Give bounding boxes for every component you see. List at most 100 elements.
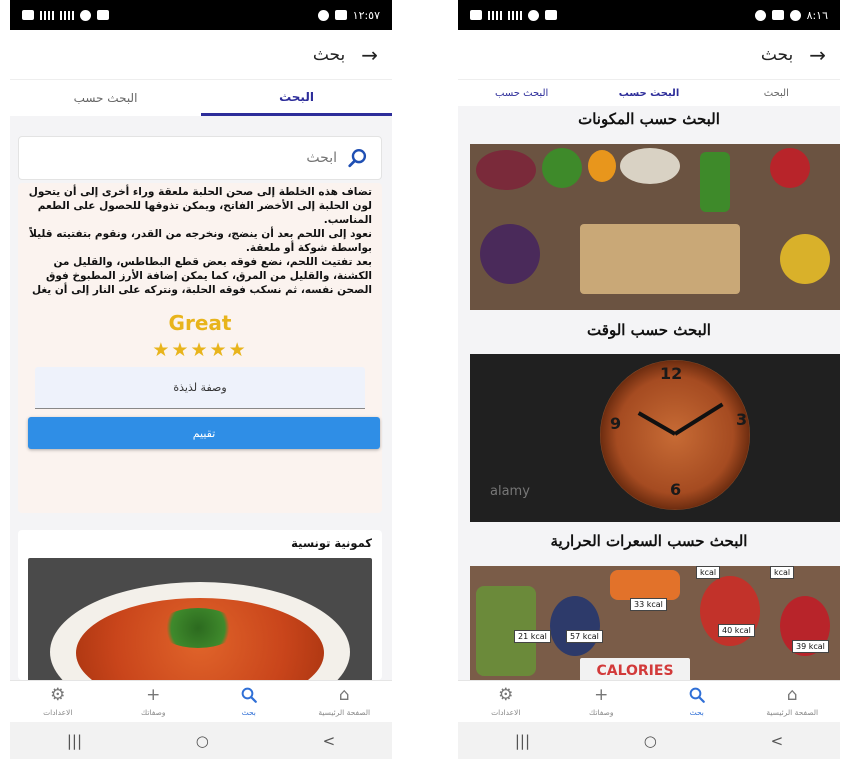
wifi-icon — [80, 9, 91, 21]
back-button[interactable]: < — [323, 732, 336, 750]
nav-label: بحث — [241, 708, 256, 717]
recents-button[interactable]: ||| — [515, 732, 530, 750]
blueberries-shape — [550, 596, 600, 656]
rating-label: Great — [168, 311, 232, 335]
status-bar: ١٢:٥٧ — [10, 0, 392, 30]
kcal-tag: 57 kcal — [566, 630, 603, 643]
section-title-time[interactable]: البحث حسب الوقت — [458, 321, 840, 339]
recents-button[interactable]: ||| — [67, 732, 82, 750]
nav-home[interactable]: ⌂ الصفحة الرئيسية — [745, 681, 841, 722]
nav-settings[interactable]: ⚙ الاعدادات — [458, 681, 554, 722]
dish-card[interactable]: كمونية تونسية — [18, 530, 382, 680]
nav-settings[interactable]: ⚙ الاعدادات — [10, 681, 106, 722]
lock-icon — [470, 10, 482, 20]
back-arrow-icon[interactable]: → — [361, 43, 378, 67]
rate-button[interactable]: تقييم — [28, 417, 380, 449]
signal-icon — [40, 10, 54, 20]
nav-search[interactable]: بحث — [201, 681, 297, 722]
kcal-tag: kcal — [696, 566, 721, 579]
kcal-tag: 39 kcal — [792, 640, 829, 653]
tab-search[interactable]: البحث — [713, 80, 840, 106]
section-title-calories[interactable]: البحث حسب السعرات الحرارية — [458, 532, 840, 550]
nav-label: الصفحة الرئيسية — [766, 708, 819, 717]
app-bar: بحث → — [458, 30, 840, 80]
search-icon — [240, 686, 258, 706]
herb-garnish — [158, 608, 238, 648]
screenshot-canvas: ١٢:٥٧ بحث → البحث حسب البحث تضاف هذه الخ… — [0, 0, 847, 759]
dish-image — [28, 558, 372, 680]
star-icon[interactable]: ★ — [171, 339, 190, 361]
back-arrow-icon[interactable]: → — [809, 43, 826, 67]
nav-my-recipes[interactable]: + وصفاتك — [106, 681, 202, 722]
record-icon — [754, 9, 766, 21]
nav-label: الاعدادات — [43, 708, 73, 717]
home-button[interactable]: ○ — [644, 732, 657, 750]
page-title: بحث — [312, 44, 346, 65]
broccoli-shape — [542, 148, 582, 188]
recipe-instructions: تضاف هذه الخلطة إلى صحن الحلبة ملعقة ورا… — [28, 186, 372, 296]
carrots-shape — [610, 570, 680, 600]
star-icon[interactable]: ★ — [190, 339, 209, 361]
phone-left: ١٢:٥٧ بحث → البحث حسب البحث تضاف هذه الخ… — [10, 0, 392, 759]
notification-icon — [545, 10, 557, 20]
yellow-pepper-shape — [780, 234, 830, 284]
cutting-board-shape — [580, 224, 740, 294]
tab-search-by[interactable]: البحث حسب — [585, 80, 712, 106]
star-icon[interactable]: ★ — [152, 339, 171, 361]
nav-my-recipes[interactable]: + وصفاتك — [554, 681, 650, 722]
tab-search-by[interactable]: البحث حسب — [10, 80, 201, 116]
nav-label: الصفحة الرئيسية — [318, 708, 371, 717]
bottom-nav: ⚙ الاعدادات + وصفاتك بحث ⌂ الصفحة الرئيس… — [458, 680, 840, 722]
gear-icon: ⚙ — [498, 685, 514, 705]
time-image[interactable]: 12 3 6 9 alamy — [470, 354, 840, 522]
wifi-icon — [528, 9, 539, 21]
kcal-tag: 33 kcal — [630, 598, 667, 611]
ingredients-image[interactable] — [470, 144, 840, 310]
star-icon[interactable]: ★ — [229, 339, 248, 361]
nav-label: الاعدادات — [491, 708, 521, 717]
image-icon — [771, 10, 784, 20]
tab-bar: البحث حسب البحث — [10, 80, 392, 116]
back-button[interactable]: < — [771, 732, 784, 750]
plus-icon: + — [146, 685, 161, 705]
tab-bar: البحث حسب البحث حسب البحث — [458, 80, 840, 106]
tomato-shape — [770, 148, 810, 188]
clock-number: 6 — [670, 480, 682, 499]
home-icon: ⌂ — [786, 685, 798, 705]
calories-image[interactable]: 33 kcal 21 kcal 57 kcal 40 kcal 39 kcal … — [470, 566, 840, 680]
kcal-tag: 21 kcal — [514, 630, 551, 643]
alarm-icon — [317, 9, 329, 21]
search-input[interactable] — [77, 150, 337, 166]
star-rating[interactable]: ★★★★★ — [28, 339, 372, 361]
radicchio-shape — [476, 150, 536, 190]
nav-search[interactable]: بحث — [649, 681, 745, 722]
home-button[interactable]: ○ — [196, 732, 209, 750]
recipe-card: تضاف هذه الخلطة إلى صحن الحلبة ملعقة ورا… — [18, 183, 382, 513]
watermark: alamy — [490, 484, 530, 499]
dish-title: كمونية تونسية — [291, 536, 372, 550]
search-icon[interactable] — [347, 147, 369, 169]
tab-search-by-active[interactable]: البحث حسب — [458, 80, 585, 106]
eggplant-shape — [480, 224, 540, 284]
signal-icon — [488, 10, 502, 20]
clock-number: 3 — [736, 410, 748, 429]
star-icon[interactable]: ★ — [210, 339, 229, 361]
kcal-tag: 40 kcal — [718, 624, 755, 637]
calories-sign: CALORIES — [580, 658, 690, 680]
status-time: ٨:١٦ — [806, 8, 828, 22]
pepper-shape — [588, 150, 616, 182]
phone-right: ٨:١٦ بحث → البحث حسب البحث حسب البحث الب… — [458, 0, 840, 759]
status-time: ١٢:٥٧ — [352, 8, 380, 22]
comment-field[interactable]: وصفة لذيذة — [35, 367, 365, 409]
kcal-tag: kcal — [770, 566, 795, 579]
section-title-ingredients[interactable]: البحث حسب المكونات — [458, 110, 840, 128]
tab-search[interactable]: البحث — [201, 80, 392, 116]
signal-icon-2 — [508, 10, 522, 20]
battery-icon — [334, 10, 347, 20]
clock-number: 12 — [660, 364, 683, 383]
signal-icon-2 — [60, 10, 74, 20]
nav-home[interactable]: ⌂ الصفحة الرئيسية — [297, 681, 393, 722]
search-icon — [688, 686, 706, 706]
bottom-nav: ⚙ الاعدادات + وصفاتك بحث ⌂ الصفحة الرئيس… — [10, 680, 392, 722]
notification-icon — [97, 10, 109, 20]
